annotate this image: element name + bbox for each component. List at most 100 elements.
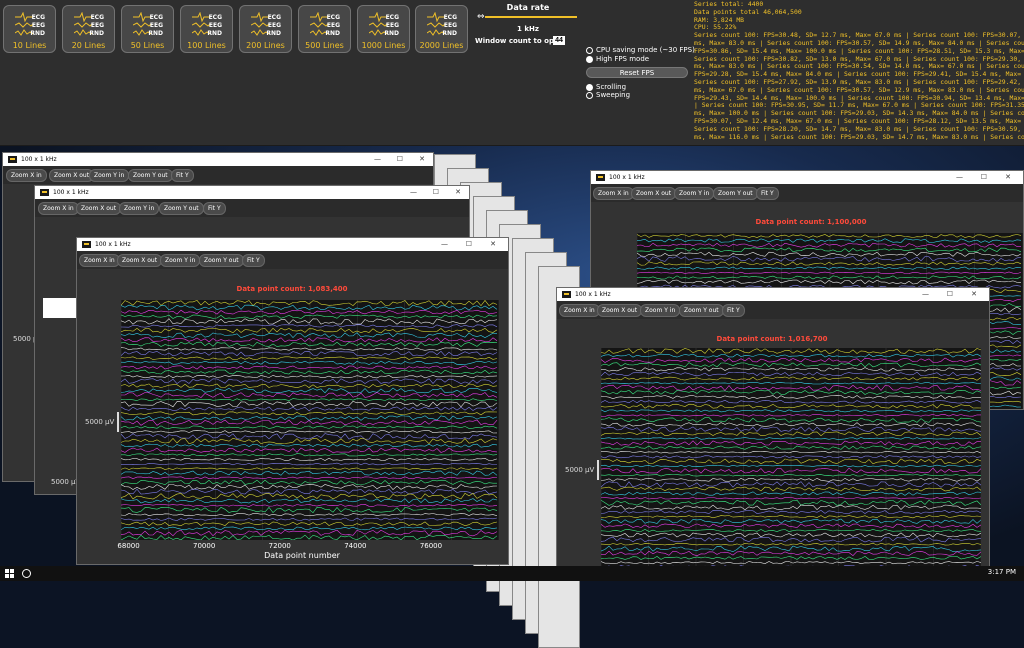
zoom-x-out-button[interactable]: Zoom X out	[49, 169, 95, 182]
fit-y-button[interactable]: Fit Y	[722, 304, 745, 317]
preset-label: 2000 Lines	[419, 41, 464, 50]
signal-series	[120, 498, 498, 504]
slider-thumb-icon[interactable]: ⇔	[477, 12, 487, 22]
window-count-input[interactable]	[553, 36, 565, 45]
signal-series	[636, 251, 1022, 257]
minimize-icon[interactable]: —	[410, 186, 417, 199]
zoom-y-in-button[interactable]: Zoom Y in	[89, 169, 130, 182]
minimize-icon[interactable]: —	[374, 153, 381, 166]
signal-series	[120, 443, 498, 448]
fit-y-button[interactable]: Fit Y	[242, 254, 265, 267]
zoom-x-in-button[interactable]: Zoom X in	[593, 187, 634, 200]
plot-area[interactable]	[600, 348, 982, 576]
zoom-x-in-button[interactable]: Zoom X in	[38, 202, 79, 215]
high-fps-mode-radio[interactable]: High FPS mode	[586, 55, 649, 63]
zoom-y-out-button[interactable]: Zoom Y out	[679, 304, 724, 317]
zoom-x-in-button[interactable]: Zoom X in	[79, 254, 120, 267]
y-scale-bar	[117, 412, 119, 432]
windows-start-icon[interactable]	[5, 569, 14, 578]
plot-area[interactable]	[120, 299, 500, 541]
app-icon	[40, 189, 49, 196]
window-title: 100 x 1 kHz	[609, 174, 645, 181]
x-axis-title: Data point number	[264, 551, 340, 560]
scrolling-mode-radio[interactable]: Scrolling	[586, 83, 626, 91]
close-icon[interactable]: ✕	[490, 238, 496, 251]
zoom-y-in-button[interactable]: Zoom Y in	[119, 202, 160, 215]
window-count-label: Window count to open	[475, 37, 564, 45]
zoom-x-in-button[interactable]: Zoom X in	[559, 304, 600, 317]
close-icon[interactable]: ✕	[419, 153, 425, 166]
maximize-icon[interactable]: ☐	[397, 153, 403, 166]
cpu-saving-mode-radio[interactable]: CPU saving mode (~30 FPS)	[586, 46, 695, 54]
zoom-y-in-button[interactable]: Zoom Y in	[640, 304, 681, 317]
fit-y-button[interactable]: Fit Y	[203, 202, 226, 215]
close-icon[interactable]: ✕	[971, 288, 977, 301]
maximize-icon[interactable]: ☐	[466, 238, 472, 251]
zoom-y-in-button[interactable]: Zoom Y in	[674, 187, 715, 200]
signal-series	[120, 369, 498, 375]
signal-series	[636, 275, 1022, 280]
preset-button-4[interactable]: ECG EEG RND 100 Lines	[180, 5, 233, 53]
minimize-icon[interactable]: —	[922, 288, 929, 301]
icon-caption: EEG	[443, 22, 457, 29]
fit-y-button[interactable]: Fit Y	[756, 187, 779, 200]
signal-series	[120, 299, 498, 307]
signal-series	[120, 419, 498, 426]
signal-series	[120, 324, 498, 328]
zoom-y-out-button[interactable]: Zoom Y out	[713, 187, 758, 200]
control-toolbar: ECG EEG RND 10 Lines ECG EEG RND 20 Lines ECG EEG…	[0, 0, 1024, 146]
icon-caption: ECG	[385, 14, 399, 21]
icon-caption: EEG	[208, 22, 222, 29]
icon-caption: ECG	[443, 14, 457, 21]
icon-caption: EEG	[90, 22, 104, 29]
data-rate-slider[interactable]: ⇔	[477, 12, 579, 22]
minimize-icon[interactable]: —	[441, 238, 448, 251]
zoom-y-out-button[interactable]: Zoom Y out	[128, 169, 173, 182]
icon-caption: RND	[325, 30, 340, 37]
chart-window-right-front[interactable]: 100 x 1 kHz — ☐ ✕ Zoom X in Zoom X out Z…	[556, 287, 990, 577]
preset-label: 20 Lines	[71, 41, 106, 50]
search-circle-icon[interactable]	[22, 569, 31, 578]
icon-caption: EEG	[385, 22, 399, 29]
chart-window-front[interactable]: 100 x 1 kHz — ☐ ✕ Zoom X in Zoom X out Z…	[76, 237, 509, 565]
preset-button-1[interactable]: ECG EEG RND 10 Lines	[3, 5, 56, 53]
zoom-x-out-button[interactable]: Zoom X out	[117, 254, 163, 267]
zoom-x-out-button[interactable]: Zoom X out	[76, 202, 122, 215]
preset-button-7[interactable]: ECG EEG RND 1000 Lines	[357, 5, 410, 53]
ecg-eeg-rnd-icon: ECG EEG RND	[251, 12, 283, 40]
icon-caption: RND	[442, 30, 457, 37]
zoom-x-in-button[interactable]: Zoom X in	[6, 169, 47, 182]
zoom-x-out-button[interactable]: Zoom X out	[631, 187, 677, 200]
maximize-icon[interactable]: ☐	[947, 288, 953, 301]
zoom-toolbar: Zoom X in Zoom X out Zoom Y in Zoom Y ou…	[3, 166, 433, 184]
preset-button-3[interactable]: ECG EEG RND 50 Lines	[121, 5, 174, 53]
close-icon[interactable]: ✕	[1005, 171, 1011, 184]
preset-button-2[interactable]: ECG EEG RND 20 Lines	[62, 5, 115, 53]
signal-series	[120, 492, 498, 500]
app-icon	[596, 174, 605, 181]
zoom-toolbar: Zoom X in Zoom X out Zoom Y in Zoom Y ou…	[35, 199, 469, 217]
signal-series	[120, 411, 498, 416]
maximize-icon[interactable]: ☐	[981, 171, 987, 184]
reset-fps-button[interactable]: Reset FPS	[586, 67, 688, 78]
zoom-y-out-button[interactable]: Zoom Y out	[199, 254, 244, 267]
zoom-x-out-button[interactable]: Zoom X out	[597, 304, 643, 317]
preset-button-8[interactable]: ECG EEG RND 2000 Lines	[415, 5, 468, 53]
zoom-y-in-button[interactable]: Zoom Y in	[160, 254, 201, 267]
icon-caption: EEG	[149, 22, 163, 29]
minimize-icon[interactable]: —	[956, 171, 963, 184]
preset-button-5[interactable]: ECG EEG RND 200 Lines	[239, 5, 292, 53]
signal-series	[120, 430, 498, 434]
sweeping-mode-radio[interactable]: Sweeping	[586, 91, 630, 99]
signal-series	[636, 279, 1022, 285]
zoom-y-out-button[interactable]: Zoom Y out	[159, 202, 204, 215]
fit-y-button[interactable]: Fit Y	[171, 169, 194, 182]
data-rate-value: 1 kHz	[517, 25, 539, 33]
icon-caption: RND	[207, 30, 222, 37]
close-icon[interactable]: ✕	[455, 186, 461, 199]
icon-caption: EEG	[267, 22, 281, 29]
preset-button-6[interactable]: ECG EEG RND 500 Lines	[298, 5, 351, 53]
signal-series	[120, 318, 498, 325]
maximize-icon[interactable]: ☐	[433, 186, 439, 199]
preset-label: 10 Lines	[12, 41, 47, 50]
